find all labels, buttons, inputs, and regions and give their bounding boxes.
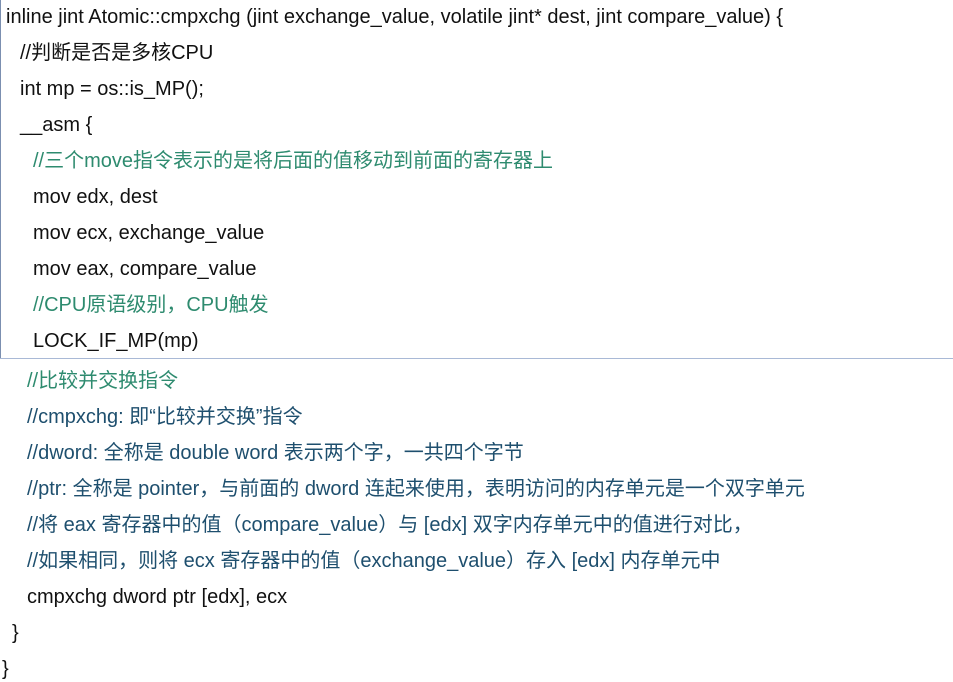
code-line-comment-cmpxchg-title: //比较并交换指令 — [27, 370, 179, 392]
code-line-comment-dword: //dword: 全称是 double word 表示两个字，一共四个字节 — [27, 442, 524, 464]
code-line-cmpxchg-instr: cmpxchg dword ptr [edx], ecx — [27, 586, 288, 608]
code-line-function-close: } — [2, 658, 9, 680]
code-line-comment-ptr: //ptr: 全称是 pointer，与前面的 dword 连起来使用，表明访问… — [27, 478, 805, 500]
code-line-mov-eax: mov eax, compare_value — [33, 258, 257, 280]
code-line-mov-edx: mov edx, dest — [33, 186, 158, 208]
code-line-function-signature: inline jint Atomic::cmpxchg (jint exchan… — [6, 6, 784, 28]
panel-divider — [0, 358, 953, 359]
code-line-comment-store: //如果相同，则将 ecx 寄存器中的值（exchange_value）存入 [… — [27, 550, 721, 572]
code-line-asm-close: } — [12, 622, 19, 644]
code-line-comment-move: //三个move指令表示的是将后面的值移动到前面的寄存器上 — [33, 150, 554, 172]
code-line-lock-if-mp: LOCK_IF_MP(mp) — [33, 330, 199, 352]
code-line-comment-cpu: //CPU原语级别，CPU触发 — [33, 294, 269, 316]
code-line-mp-assign: int mp = os::is_MP(); — [20, 78, 204, 100]
code-line-comment-multicore: //判断是否是多核CPU — [20, 42, 214, 64]
code-line-mov-ecx: mov ecx, exchange_value — [33, 222, 265, 244]
code-line-comment-cmpxchg: //cmpxchg: 即“比较并交换”指令 — [27, 406, 303, 428]
code-line-asm-open: __asm { — [20, 114, 93, 136]
code-line-comment-compare: //将 eax 寄存器中的值（compare_value）与 [edx] 双字内… — [27, 514, 753, 536]
